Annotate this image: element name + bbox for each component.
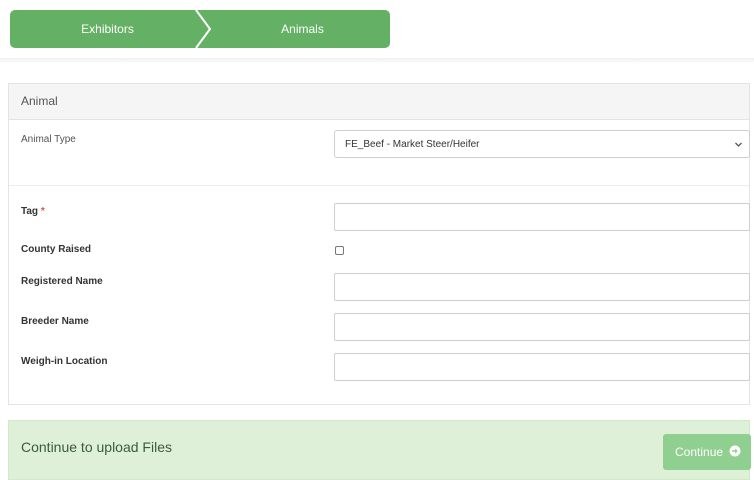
step-nav: Exhibitors Animals [10, 10, 390, 48]
arrow-circle-right-icon [729, 445, 741, 457]
chevron-down-icon [735, 142, 742, 147]
animal-panel: Animal Animal Type FE_Beef - Market Stee… [8, 83, 750, 405]
county-raised-label: County Raised [21, 244, 92, 255]
step-animals[interactable]: Animals [215, 10, 390, 48]
required-mark: * [40, 206, 45, 217]
animal-type-label: Animal Type [21, 134, 76, 145]
breeder-name-label: Breeder Name [21, 316, 89, 327]
weigh-in-location-input[interactable] [334, 353, 750, 381]
animal-type-select[interactable]: FE_Beef - Market Steer/Heifer [334, 130, 750, 158]
tag-input[interactable] [334, 203, 750, 231]
panel-title: Animal [21, 94, 58, 108]
step-exhibitors[interactable]: Exhibitors [10, 10, 205, 48]
weigh-in-location-label: Weigh-in Location [21, 356, 108, 367]
continue-button-label: Continue [675, 445, 724, 459]
top-band-shadow [0, 58, 754, 64]
continue-bar: Continue to upload Files Continue [8, 420, 751, 480]
tag-label: Tag * [21, 206, 45, 217]
continue-bar-text: Continue to upload Files [21, 439, 172, 455]
continue-button[interactable]: Continue [663, 434, 751, 470]
tag-label-text: Tag [21, 206, 39, 217]
registered-name-label: Registered Name [21, 276, 103, 287]
panel-header: Animal [9, 84, 749, 120]
registered-name-input[interactable] [334, 273, 750, 301]
section-divider [9, 185, 749, 186]
animal-type-value: FE_Beef - Market Steer/Heifer [345, 139, 480, 150]
county-raised-checkbox[interactable] [335, 246, 344, 255]
breeder-name-input[interactable] [334, 313, 750, 341]
